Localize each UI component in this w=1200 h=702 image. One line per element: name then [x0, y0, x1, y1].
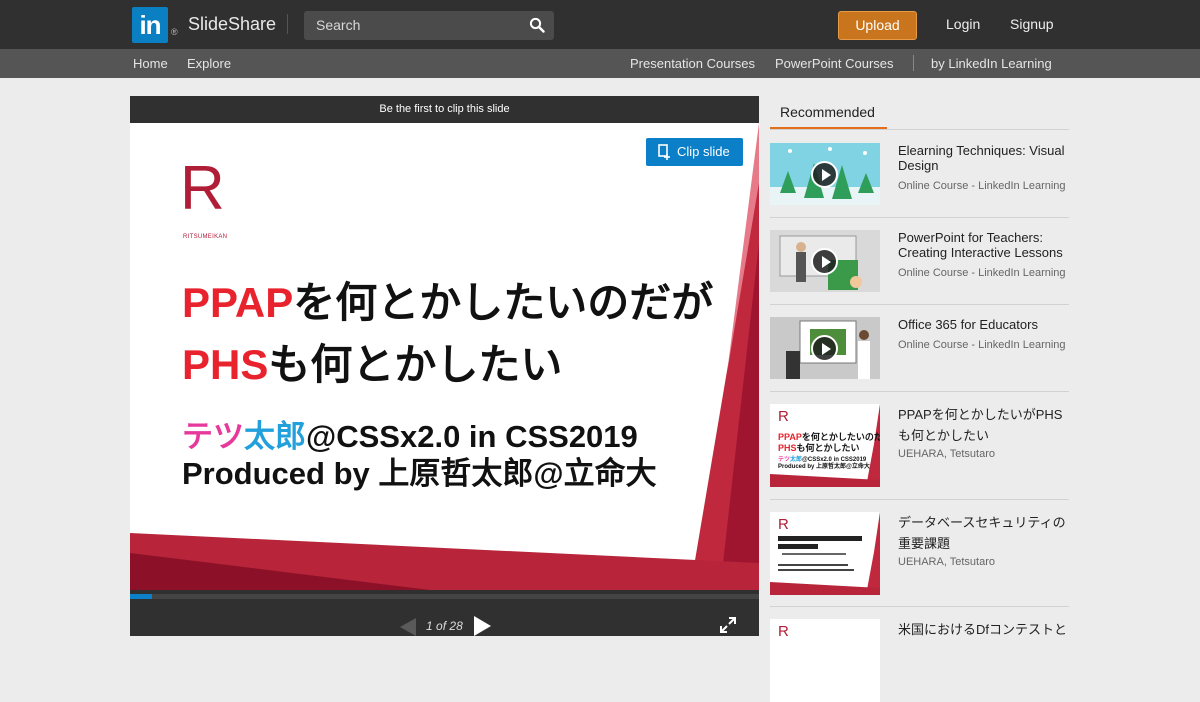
item-subtitle: Online Course - LinkedIn Learning [898, 267, 1066, 279]
page-total: 28 [449, 619, 463, 633]
slide-line-1: PPAPを何とかしたいのだが [182, 269, 713, 330]
divider [287, 14, 288, 34]
slide-line-4: Produced by 上原哲太郎@立命大 [182, 456, 657, 491]
ritsumeikan-caption: RITSUMEIKAN [183, 234, 228, 240]
ritsumeikan-logo: R [778, 516, 789, 533]
page-of: of [436, 619, 447, 633]
progress-fill [130, 594, 153, 599]
divider [770, 391, 1069, 392]
search-input[interactable]: Search [304, 11, 554, 40]
slide-player: Be the first to clip this slide Clip sli… [130, 96, 759, 636]
clip-banner: Be the first to clip this slide [379, 103, 510, 115]
nav-linkedin-learning[interactable]: by LinkedIn Learning [931, 56, 1052, 71]
slide-thumbnail[interactable]: R [770, 619, 880, 702]
nav-home[interactable]: Home [133, 56, 168, 71]
item-subtitle: Online Course - LinkedIn Learning [898, 339, 1066, 351]
tab-recommended[interactable]: Recommended [770, 96, 887, 130]
slide-progress-bar[interactable] [130, 594, 759, 599]
slide-line-1-text: を何とかしたいのだが [293, 279, 714, 326]
clip-slide-label: Clip slide [677, 144, 730, 159]
linkedin-logo-icon[interactable]: in [132, 7, 168, 43]
divider [770, 606, 1069, 607]
nav-presentation-courses[interactable]: Presentation Courses [630, 56, 755, 71]
thumb-line-4: Produced by 上原哲太郎@立命大 [778, 464, 870, 470]
ritsumeikan-logo: R [778, 408, 789, 425]
item-subtitle: UEHARA, Tetsutaro [898, 556, 996, 568]
page-counter: 1 of 28 [426, 619, 463, 633]
item-title[interactable]: Office 365 for Educators [898, 317, 1069, 332]
signup-link[interactable]: Signup [1010, 16, 1054, 32]
item-subtitle: UEHARA, Tetsutaro [898, 448, 996, 460]
login-link[interactable]: Login [946, 16, 980, 32]
page-current: 1 [426, 619, 433, 633]
previous-slide-icon[interactable] [398, 617, 418, 637]
nav-explore[interactable]: Explore [187, 56, 231, 71]
app-name[interactable]: SlideShare [188, 14, 276, 35]
item-subtitle: Online Course - LinkedIn Learning [898, 180, 1066, 192]
fullscreen-icon[interactable] [720, 617, 736, 633]
divider [770, 217, 1069, 218]
divider [770, 129, 1069, 130]
registered-mark: ® [171, 27, 178, 37]
divider [770, 499, 1069, 500]
search-placeholder: Search [316, 17, 361, 33]
clip-icon [658, 144, 670, 160]
item-title[interactable]: データベースセキュリティの重要課題 [898, 512, 1069, 554]
item-title[interactable]: PPAPを何とかしたいがPHSも何とかしたい [898, 404, 1069, 446]
sub-nav: Home Explore Presentation Courses PowerP… [0, 49, 1200, 78]
nav-powerpoint-courses[interactable]: PowerPoint Courses [775, 56, 894, 71]
top-bar: in ® SlideShare Search Upload Login Sign… [0, 0, 1200, 49]
slide-line-1-highlight: PPAP [182, 279, 294, 326]
ritsumeikan-logo: R [778, 623, 789, 640]
slide-line-2: PHSも何とかしたい [182, 331, 562, 392]
thumb-line-2: PHSも何とかしたい [778, 443, 860, 453]
slide-line-2-text: も何とかしたい [268, 341, 563, 388]
clip-slide-button[interactable]: Clip slide [646, 138, 743, 166]
upload-button[interactable]: Upload [838, 11, 917, 40]
slide-view[interactable]: Clip slide R RITSUMEIKAN PPAPを何とかしたいのだが … [130, 123, 759, 590]
play-icon[interactable] [811, 335, 838, 362]
slide-thumbnail[interactable]: R PPAPを何とかしたいのだが PHSも何とかしたい テツ太郎@CSSx2.0… [770, 404, 880, 487]
next-slide-icon[interactable] [472, 615, 492, 637]
play-icon[interactable] [811, 248, 838, 275]
video-thumbnail[interactable] [770, 230, 880, 292]
ritsumeikan-logo: R [180, 154, 225, 223]
slide-line-2-highlight: PHS [182, 341, 269, 388]
item-title[interactable]: PowerPoint for Teachers: Creating Intera… [898, 230, 1069, 260]
search-icon[interactable] [529, 17, 545, 33]
video-thumbnail[interactable] [770, 143, 880, 205]
divider [770, 304, 1069, 305]
slide-thumbnail[interactable]: R [770, 512, 880, 595]
video-thumbnail[interactable] [770, 317, 880, 379]
play-icon[interactable] [811, 161, 838, 188]
divider [913, 55, 914, 71]
item-title[interactable]: Elearning Techniques: Visual Design [898, 143, 1069, 173]
